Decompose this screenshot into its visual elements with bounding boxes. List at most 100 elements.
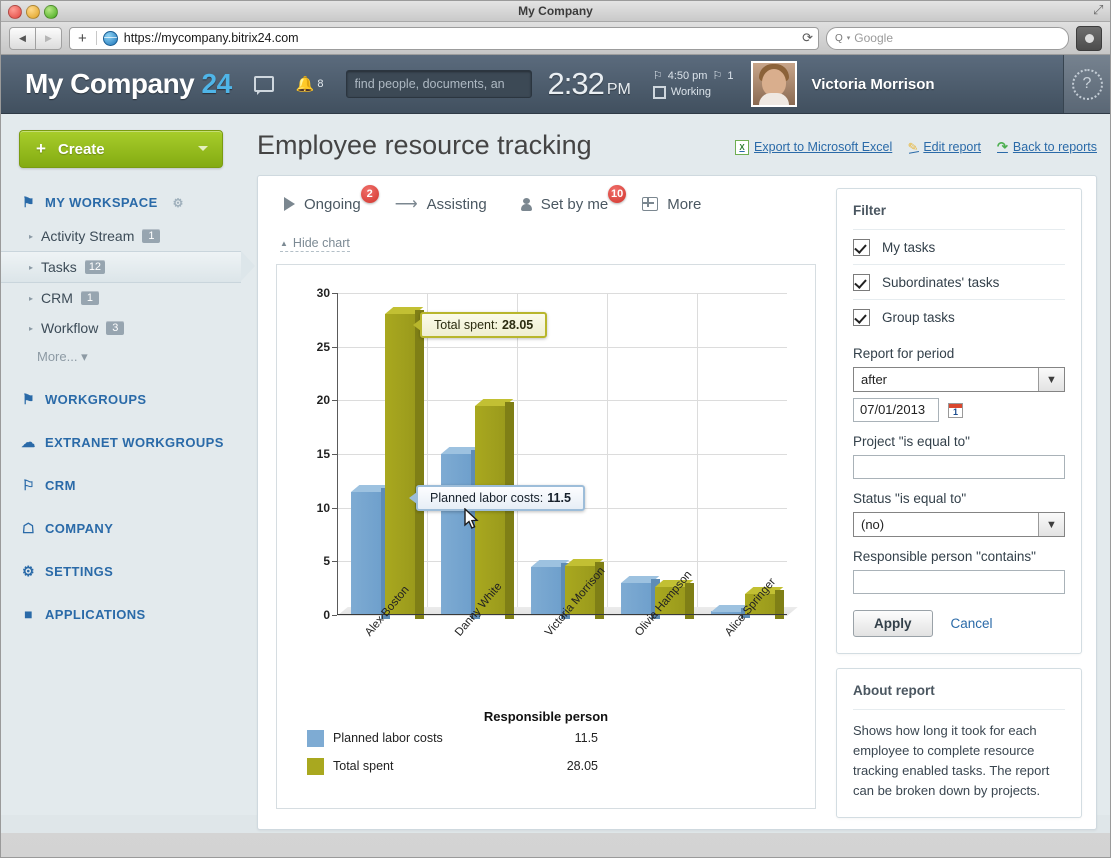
bar-planned-alex-boston[interactable] [351,484,390,619]
sidebar-more-button[interactable]: More... ▾ [1,349,241,365]
tooltip-planned-labor: Planned labor costs: 11.5 [409,485,585,511]
close-window-icon[interactable] [8,5,22,19]
responsible-input[interactable] [853,570,1065,594]
filter-row-subordinates-tasks[interactable]: Subordinates' tasks [853,264,1065,299]
bar-planned-olivia-hampson[interactable] [621,575,660,619]
export-excel-link[interactable]: X Export to Microsoft Excel [735,139,892,155]
project-input[interactable] [853,455,1065,479]
avatar[interactable] [751,61,798,107]
bar-planned-victoria-morrison[interactable] [531,559,570,619]
status-select[interactable]: (no) ▼ [853,512,1065,537]
sidebar-item-extranet-workgroups[interactable]: ☁ EXTRANET WORKGROUPS [1,434,241,451]
chevron-down-icon[interactable] [198,146,208,151]
sidebar-item-crm[interactable]: ▸ CRM 1 [1,283,241,313]
traffic-lights[interactable] [8,5,58,19]
sidebar-item-applications[interactable]: ■ APPLICATIONS [1,606,241,622]
resize-icon[interactable]: ⤢ [1093,3,1107,17]
help-button[interactable]: ? [1063,55,1110,113]
badge-count: 1 [80,291,99,305]
user-name[interactable]: Victoria Morrison [811,76,934,93]
url-text[interactable]: https://mycompany.bitrix24.com [124,31,796,45]
sidebar-item-my-workspace[interactable]: ⚑ MY WORKSPACE ⚙ [1,194,241,211]
new-tab-button[interactable]: + [75,30,90,47]
minimize-window-icon[interactable] [26,5,40,19]
project-group: Project "is equal to" [853,434,1065,479]
bar-planned-danny-white[interactable] [441,447,480,619]
grid-icon [642,197,659,211]
hide-chart-toggle[interactable]: ▲ Hide chart [280,236,350,252]
sidebar-item-company[interactable]: ☖ COMPANY [1,520,241,537]
tooltip-value: 11.5 [547,491,571,505]
global-search-input[interactable]: find people, documents, an [345,70,532,98]
gear-icon[interactable]: ⚙ [173,196,184,210]
status-select-value: (no) [861,517,885,532]
pin-icon: ⚐ [652,70,663,82]
calendar-icon[interactable]: 1 [948,402,963,418]
chevron-right-icon: ▸ [29,231,34,241]
excel-icon: X [735,139,750,155]
messages-button[interactable] [253,76,274,95]
gear-icon: ⚙ [22,563,35,579]
date-input[interactable]: 07/01/2013 [853,398,939,422]
sidebar-item-activity-stream[interactable]: ▸ Activity Stream 1 [1,221,241,251]
sidebar-item-workgroups[interactable]: ⚑ WORKGROUPS [1,391,241,408]
notifications-button[interactable]: 🔔 8 [296,75,324,93]
sidebar-item-workflow[interactable]: ▸ Workflow 3 [1,313,241,343]
tab-ongoing[interactable]: Ongoing 2 [284,184,379,213]
page-body: + Create ⚑ MY WORKSPACE ⚙ ▸ Activity Str… [1,114,1110,830]
maximize-window-icon[interactable] [44,5,58,19]
back-button[interactable]: ◀ [9,26,36,50]
tooltip-total-spent: Total spent: 28.05 [413,312,548,338]
chevron-down-icon[interactable]: ▼ [1038,513,1064,536]
work-status[interactable]: ⚐ 4:50 pm ⚐ 1 Working [652,68,734,100]
download-icon [1084,33,1094,43]
plus-icon: + [36,139,46,158]
gridline-vertical [607,293,608,615]
window-title: My Company [518,4,593,18]
checkbox-label: My tasks [882,239,936,255]
app-logo-number: 24 [201,68,233,99]
sidebar-more-label: More... [37,349,78,364]
global-search-placeholder: find people, documents, an [354,77,505,91]
checkbox-my-tasks[interactable] [853,238,870,256]
filter-row-group-tasks[interactable]: Group tasks [853,299,1065,334]
period-group: Report for period after ▼ 07/01/2013 1 [853,346,1065,422]
cancel-button[interactable]: Cancel [951,616,993,631]
avatar-shirt [759,93,790,105]
filter-row-my-tasks[interactable]: My tasks [853,229,1065,264]
legend-value: 11.5 [574,731,598,745]
chevron-down-icon[interactable]: ▼ [1038,368,1064,391]
tab-set-by-me[interactable]: Set by me 10 [520,184,627,213]
downloads-button[interactable] [1076,25,1102,51]
tab-assisting[interactable]: ⟶ Assisting [395,194,487,214]
tooltip-label: Planned labor costs: [430,491,544,505]
bar-total-alex-boston[interactable] [385,306,424,619]
y-axis-tick: 30 [316,286,330,300]
project-label: Project "is equal to" [853,434,970,449]
checkbox-group-tasks[interactable] [853,308,870,326]
address-bar[interactable]: + https://mycompany.bitrix24.com ⟳ [69,26,819,50]
create-button[interactable]: + Create [19,130,223,168]
sidebar-item-tasks[interactable]: ▸ Tasks 12 [1,251,255,283]
sidebar-item-crm-section[interactable]: ⚐ CRM [1,477,241,494]
period-select[interactable]: after ▼ [853,367,1065,392]
work-status-label-row: Working [652,84,734,100]
sidebar-section-label: CRM [45,478,76,493]
chevron-down-icon: ▾ [81,349,88,364]
create-button-label: Create [57,140,105,158]
browser-search-box[interactable]: Q ▾ Google [826,26,1069,50]
sidebar-subitem-label: Activity Stream [41,228,135,244]
forward-button[interactable]: ▶ [36,26,62,50]
x-axis-title: Responsible person [483,709,609,724]
app-logo[interactable]: My Company 24 [25,68,232,100]
chevron-down-icon[interactable]: ▾ [847,34,851,42]
edit-report-link[interactable]: ✎ Edit report [907,139,981,155]
status-label: Status "is equal to" [853,491,967,506]
sidebar-item-settings[interactable]: ⚙ SETTINGS [1,563,241,580]
reload-icon[interactable]: ⟳ [802,30,813,46]
back-to-reports-link[interactable]: ↷ Back to reports [997,139,1097,155]
checkbox-subordinates-tasks[interactable] [853,273,870,291]
window-titlebar: My Company ⤢ [1,1,1110,22]
tab-more[interactable]: More [642,196,701,213]
apply-button[interactable]: Apply [853,610,933,637]
